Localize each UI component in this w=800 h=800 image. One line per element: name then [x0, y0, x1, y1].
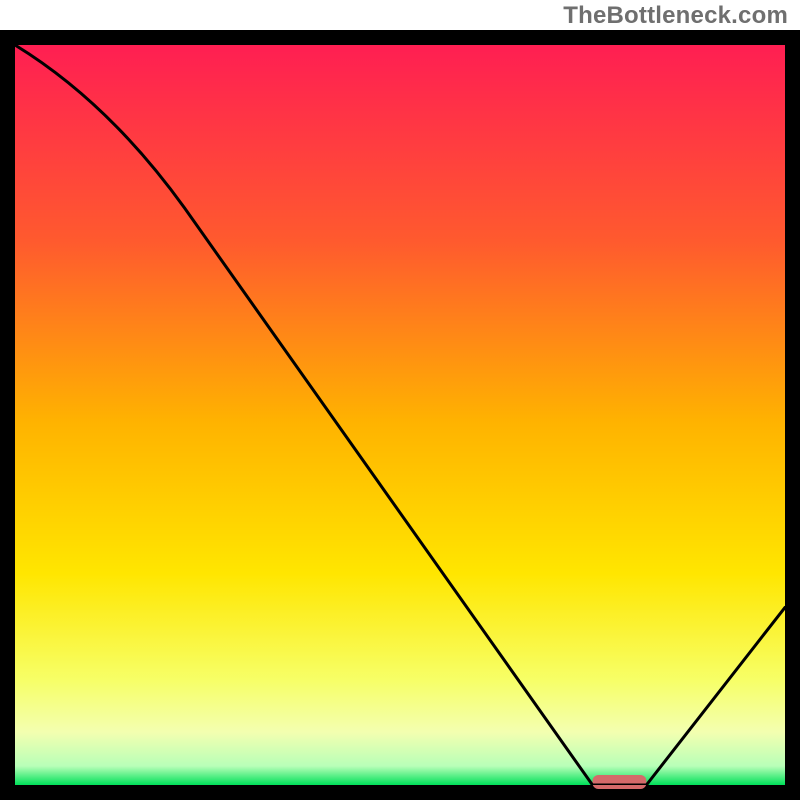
- optimal-range-marker: [593, 775, 647, 789]
- watermark-text: TheBottleneck.com: [563, 2, 788, 30]
- bottleneck-chart: TheBottleneck.com: [0, 0, 800, 800]
- chart-svg: [0, 0, 800, 800]
